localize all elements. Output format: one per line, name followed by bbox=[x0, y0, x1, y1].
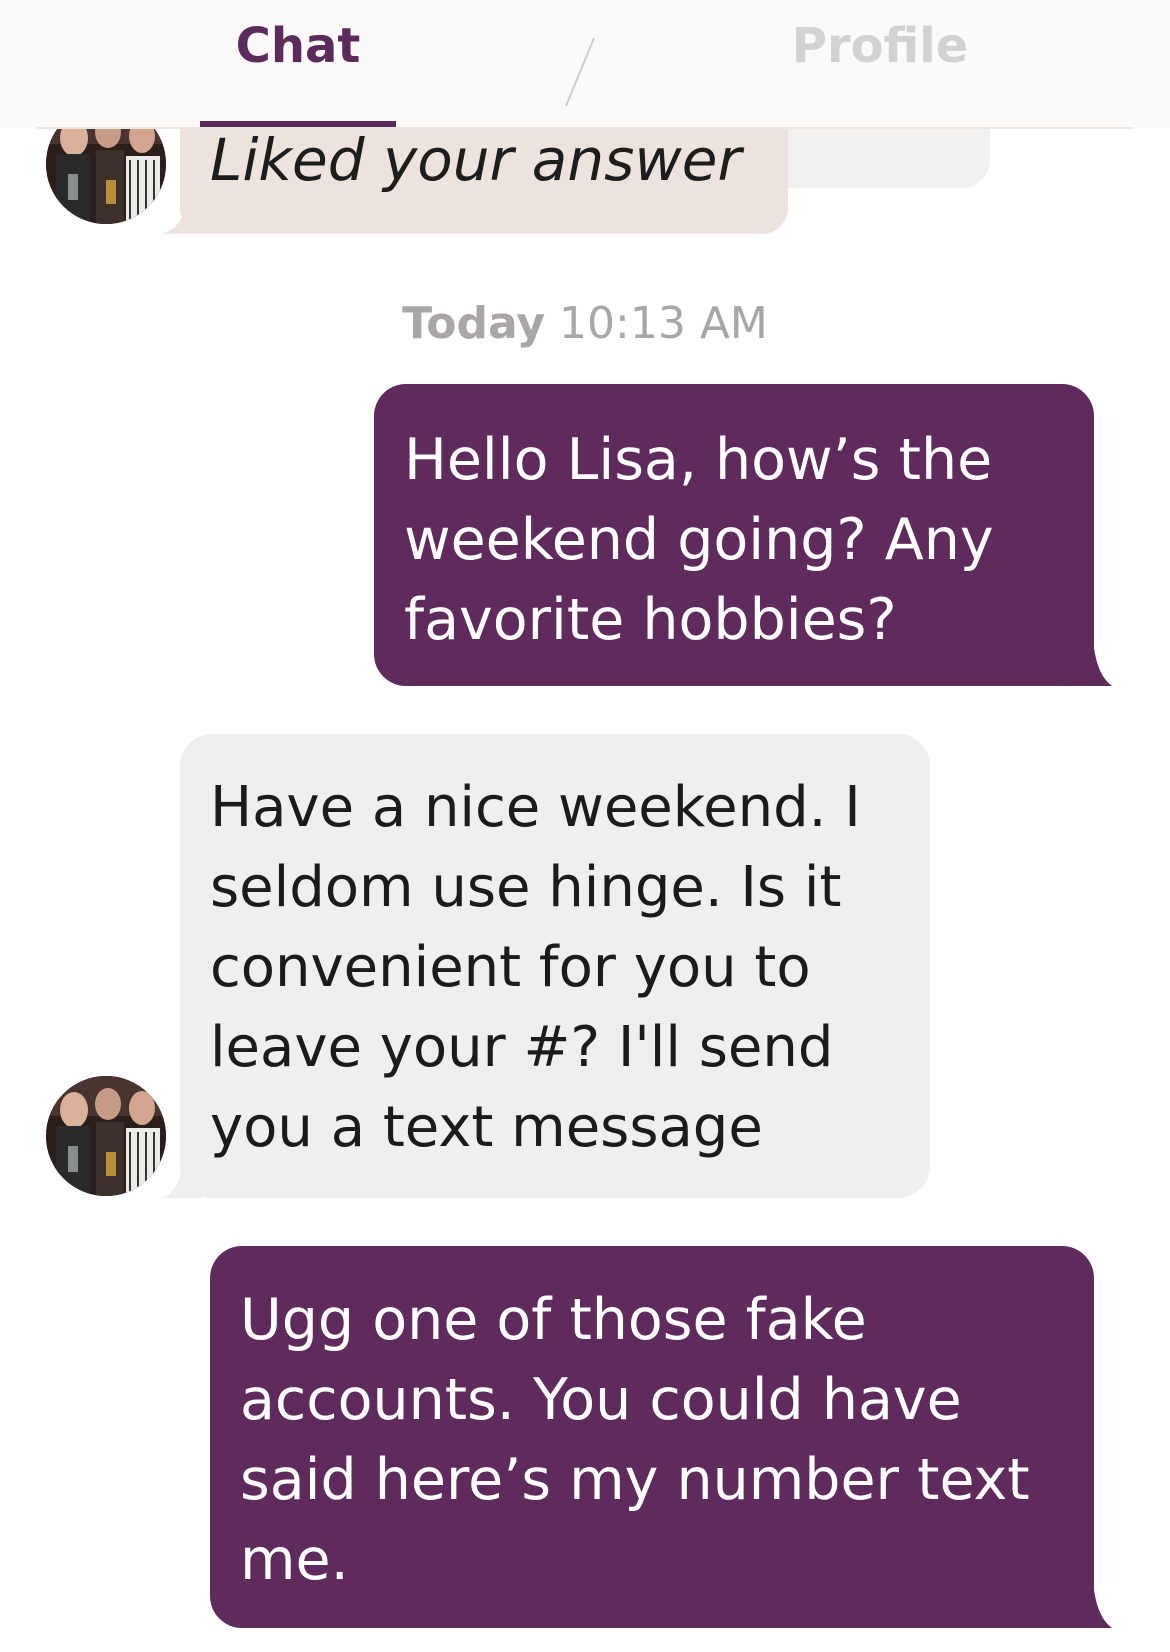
message-line: said here’s my number text bbox=[240, 1447, 1030, 1513]
incoming-message[interactable]: Have a nice weekend. I seldom use hinge.… bbox=[180, 734, 930, 1198]
message-line: convenient for you to bbox=[210, 935, 811, 1000]
tab-chat[interactable]: Chat bbox=[200, 18, 396, 74]
message-line: Ugg one of those fake bbox=[240, 1287, 867, 1353]
message-line: accounts. You could have bbox=[240, 1367, 962, 1433]
message-line: Hello Lisa, how’s the bbox=[404, 427, 993, 493]
bubble-tail bbox=[162, 1160, 202, 1198]
message-timestamp: Today 10:13 AM bbox=[0, 298, 1170, 349]
tab-profile[interactable]: Profile bbox=[770, 18, 990, 74]
tab-divider bbox=[565, 37, 595, 107]
top-tab-bar: Chat Profile bbox=[0, 0, 1170, 129]
timestamp-time: 10:13 AM bbox=[559, 298, 768, 349]
message-line: favorite hobbies? bbox=[404, 587, 897, 653]
message-line: Have a nice weekend. I bbox=[210, 775, 861, 840]
bubble-tail bbox=[162, 206, 202, 234]
message-line: me. bbox=[240, 1527, 349, 1593]
outgoing-message[interactable]: Hello Lisa, how’s the weekend going? Any… bbox=[374, 384, 1094, 686]
outgoing-message[interactable]: Ugg one of those fake accounts. You coul… bbox=[210, 1246, 1094, 1628]
message-line: you a text message bbox=[210, 1095, 763, 1160]
contact-avatar[interactable] bbox=[46, 1076, 166, 1196]
contact-photo-icon bbox=[46, 1076, 166, 1196]
timestamp-day: Today bbox=[402, 298, 546, 349]
bubble-tail bbox=[1064, 1590, 1112, 1628]
message-line: weekend going? Any bbox=[404, 507, 994, 573]
message-line: seldom use hinge. Is it bbox=[210, 855, 842, 920]
message-line: leave your #? I'll send bbox=[210, 1015, 834, 1080]
header-divider bbox=[36, 127, 1134, 129]
liked-answer-text: Liked your answer bbox=[210, 126, 742, 194]
bubble-tail bbox=[1064, 648, 1112, 686]
